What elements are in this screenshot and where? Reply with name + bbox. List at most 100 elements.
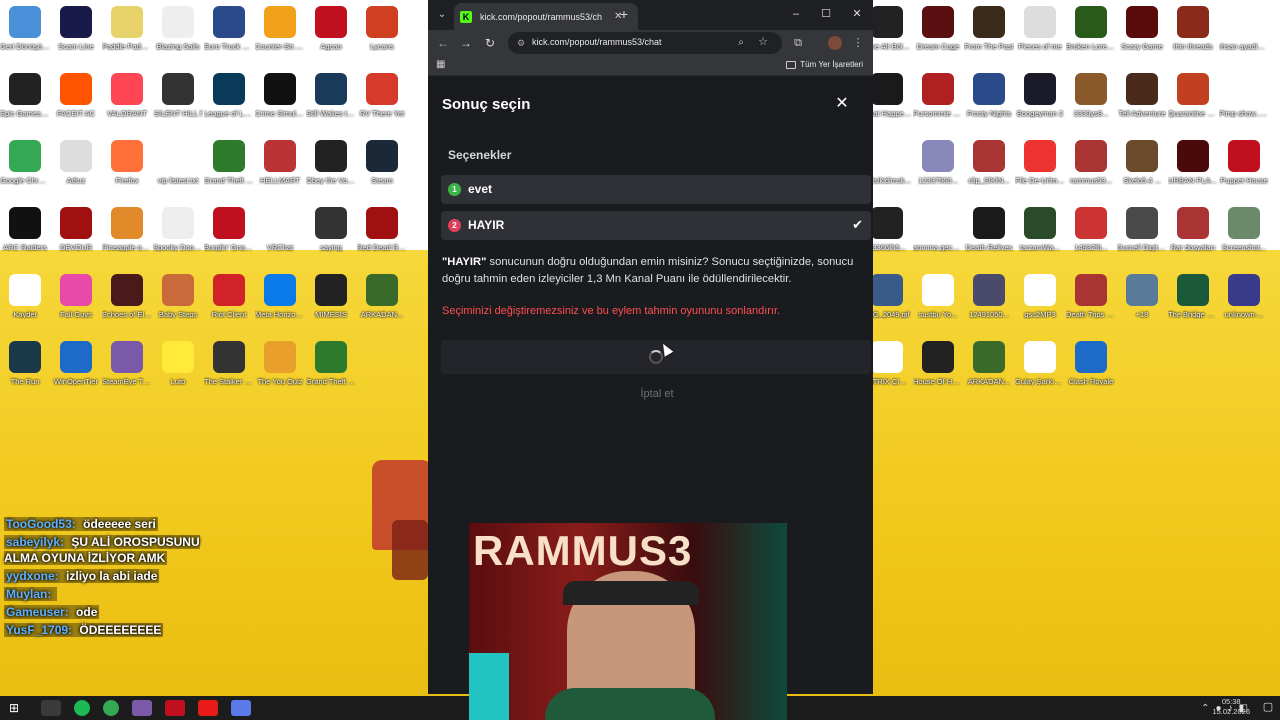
bookmark-star-icon[interactable]: ☆: [756, 35, 770, 49]
right-desktop-icon[interactable]: Boogeyman 2: [1015, 73, 1065, 118]
right-desktop-icon[interactable]: File De-Urlmed: [1015, 140, 1065, 185]
taskbar-app-icon-3[interactable]: [231, 700, 251, 716]
right-desktop-icon[interactable]: From The Past: [964, 6, 1014, 51]
right-desktop-icon[interactable]: The Bridge Curse 2 Th...: [1168, 274, 1218, 319]
left-desktop-icon[interactable]: Echoes of Elysium: [102, 274, 152, 319]
right-desktop-icon[interactable]: Death Trips (Windows)...: [1066, 274, 1116, 319]
right-desktop-icon[interactable]: Dream Cage: [913, 6, 963, 51]
left-desktop-icon[interactable]: Adsız: [51, 140, 101, 185]
browser-tab-kick[interactable]: K kick.com/popout/rammus53/ch ✕: [454, 3, 638, 30]
left-desktop-icon[interactable]: The Run: [0, 341, 50, 386]
left-desktop-icon[interactable]: The Stalker 3 Demo: [204, 341, 254, 386]
taskbar-app-icon[interactable]: [132, 700, 152, 716]
left-desktop-icon[interactable]: Kaydet: [0, 274, 50, 319]
right-desktop-icon[interactable]: Broken Lore DON'T W...: [1066, 6, 1116, 51]
left-desktop-icon[interactable]: Grand Theft Auto V Le...: [306, 341, 356, 386]
confirm-submit-button[interactable]: [441, 340, 871, 374]
left-desktop-icon[interactable]: RV There Yet: [357, 73, 407, 118]
left-desktop-icon[interactable]: vip listesi.txt: [153, 140, 203, 185]
right-desktop-icon[interactable]: Scary Game: [1117, 6, 1167, 51]
left-desktop-icon[interactable]: Burglin' Gnom...: [204, 207, 254, 252]
right-desktop-icon[interactable]: Gurcell Digitales...: [1117, 207, 1167, 252]
forward-arrow-icon[interactable]: →: [458, 35, 474, 51]
left-desktop-icon[interactable]: saying: [306, 207, 356, 252]
right-desktop-icon[interactable]: anınına geceli...: [913, 207, 963, 252]
right-desktop-icon[interactable]: unknown-...: [1219, 274, 1269, 319]
taskbar-clock[interactable]: 05:38 15.02.2026: [1212, 697, 1250, 717]
left-desktop-icon[interactable]: ARKADAN...: [357, 274, 407, 319]
cancel-button[interactable]: İptal et: [428, 388, 886, 400]
back-arrow-icon[interactable]: ←: [435, 35, 451, 51]
left-desktop-icon[interactable]: League of Legends: [204, 73, 254, 118]
left-desktop-icon[interactable]: Paddle Paddl...: [102, 6, 152, 51]
windows-start-icon[interactable]: ⊞: [0, 696, 28, 720]
left-desktop-icon[interactable]: Spooky Dookie: [153, 207, 203, 252]
right-desktop-icon[interactable]: Frosty Nights: [964, 73, 1014, 118]
tab-search-chevron-icon[interactable]: ⌄: [434, 7, 450, 23]
left-desktop-icon[interactable]: Grand Theft Auto V En...: [204, 140, 254, 185]
right-desktop-icon[interactable]: Tell Adventure: [1117, 73, 1167, 118]
notification-icon[interactable]: ▢: [1260, 700, 1276, 716]
right-desktop-icon[interactable]: rammus53...: [1066, 140, 1116, 185]
zoom-icon[interactable]: ⌕: [734, 36, 748, 50]
taskbar-app-icon-2[interactable]: [165, 700, 185, 716]
right-desktop-icon[interactable]: Skelo5.4 ...: [1117, 140, 1167, 185]
left-desktop-icon[interactable]: Geri Dönüşüm...: [0, 6, 50, 51]
left-desktop-icon[interactable]: DEVOUR: [51, 207, 101, 252]
site-info-icon[interactable]: ⚙: [514, 36, 528, 50]
left-desktop-icon[interactable]: Meta Horizon Link: [255, 274, 305, 319]
profile-avatar[interactable]: [828, 36, 842, 50]
option-hayir[interactable]: 2 HAYIR ✔: [441, 211, 871, 240]
right-desktop-icon[interactable]: House Of Horror Gu...: [913, 341, 963, 386]
right-desktop-icon[interactable]: URBAN PLAYS: [1168, 140, 1218, 185]
left-desktop-icon[interactable]: Luto: [153, 341, 203, 386]
left-desktop-icon[interactable]: Baby Steps: [153, 274, 203, 319]
right-desktop-icon[interactable]: Rar dosyaları: [1168, 207, 1218, 252]
left-desktop-icon[interactable]: Euro Truck Simulator 2: [204, 6, 254, 51]
new-tab-plus-icon[interactable]: +: [616, 6, 632, 22]
right-desktop-icon[interactable]: gsc2MP3: [1015, 274, 1065, 319]
left-desktop-icon[interactable]: SteamEye Tracker: [102, 341, 152, 386]
right-desktop-icon[interactable]: Pieces of me: [1015, 6, 1065, 51]
left-desktop-icon[interactable]: HELLMART: [255, 140, 305, 185]
taskbar-chrome-icon[interactable]: [103, 700, 119, 716]
left-desktop-icon[interactable]: Fall Guys: [51, 274, 101, 319]
taskbar-app-search-icon[interactable]: [41, 700, 61, 716]
left-desktop-icon[interactable]: Pineapple on pizza: [102, 207, 152, 252]
apps-grid-icon[interactable]: ▦: [436, 59, 448, 71]
right-desktop-icon[interactable]: Puppet House: [1219, 140, 1269, 185]
left-desktop-icon[interactable]: Firefox: [102, 140, 152, 185]
left-desktop-icon[interactable]: Epic Games Launcher: [0, 73, 50, 118]
right-desktop-icon[interactable]: tarzanıWa...: [1015, 207, 1065, 252]
left-desktop-icon[interactable]: Red Dead Redempti...: [357, 207, 407, 252]
left-desktop-icon[interactable]: Agcao: [306, 6, 356, 51]
left-desktop-icon[interactable]: FACEIT AC: [51, 73, 101, 118]
right-desktop-icon[interactable]: clip_SİKİN...: [964, 140, 1014, 185]
modal-close-icon[interactable]: ✕: [834, 96, 850, 112]
address-bar[interactable]: ⚙ kick.com/popout/rammus53/chat ⌕ ☆: [508, 32, 782, 54]
all-bookmarks-button[interactable]: Tüm Yer İşaretleri: [786, 60, 863, 69]
right-desktop-icon[interactable]: Clash Royale: [1066, 341, 1116, 386]
left-desktop-icon[interactable]: Steam: [357, 140, 407, 185]
left-desktop-icon[interactable]: Blazing Sails: [153, 6, 203, 51]
left-desktop-icon[interactable]: Scam Line: [51, 6, 101, 51]
minimize-icon[interactable]: –: [788, 6, 804, 22]
right-desktop-icon[interactable]: +18: [1117, 274, 1167, 319]
right-desktop-icon[interactable]: ıhsan ayadim.MP3: [1219, 6, 1269, 51]
right-desktop-icon[interactable]: 12491050...: [964, 274, 1014, 319]
left-desktop-icon[interactable]: VALORANT: [102, 73, 152, 118]
browser-menu-icon[interactable]: ⋮: [850, 35, 866, 51]
right-desktop-icon[interactable]: 3330ys8...: [1066, 73, 1116, 118]
right-desktop-icon[interactable]: thin threads: [1168, 6, 1218, 51]
left-desktop-icon[interactable]: Riot Client: [204, 274, 254, 319]
left-desktop-icon[interactable]: Google Chrome: [0, 140, 50, 185]
extensions-icon[interactable]: ⧉: [790, 35, 806, 51]
left-desktop-icon[interactable]: Still Wakes the Deep: [306, 73, 356, 118]
left-desktop-icon[interactable]: Lycans: [357, 6, 407, 51]
left-desktop-icon[interactable]: Crime Simulator: [255, 73, 305, 118]
left-desktop-icon[interactable]: MIMESIS: [306, 274, 356, 319]
left-desktop-icon[interactable]: WinOpenTier: [51, 341, 101, 386]
left-desktop-icon[interactable]: Counter-Str... 2: [255, 6, 305, 51]
right-desktop-icon[interactable]: ARKADAN...: [964, 341, 1014, 386]
right-desktop-icon[interactable]: Death Relives: [964, 207, 1014, 252]
